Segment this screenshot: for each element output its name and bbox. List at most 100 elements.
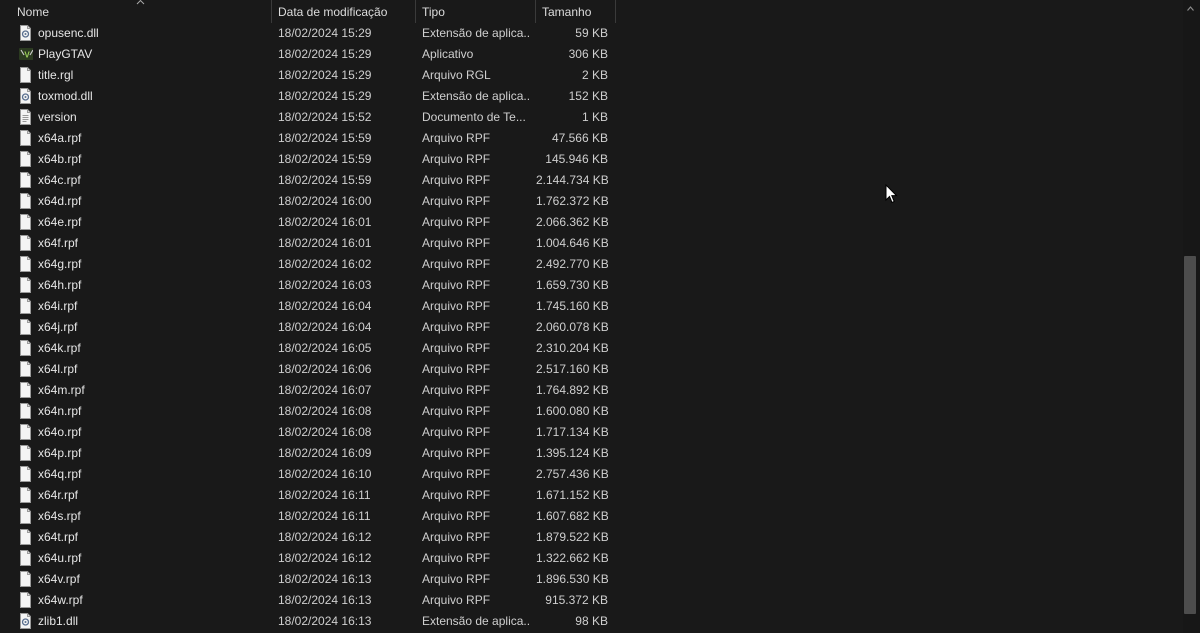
file-row[interactable]: x64h.rpf 18/02/2024 16:03 Arquivo RPF 1.659… bbox=[0, 275, 616, 296]
file-size: 2.144.734 KB bbox=[536, 173, 608, 187]
column-header-date[interactable]: Data de modificação bbox=[272, 0, 416, 23]
file-type: Arquivo RPF bbox=[422, 404, 491, 418]
file-row[interactable]: x64o.rpf 18/02/2024 16:08 Arquivo RPF 1.717… bbox=[0, 422, 616, 443]
column-header-type[interactable]: Tipo bbox=[416, 0, 536, 23]
file-name: x64s.rpf bbox=[38, 509, 81, 523]
file-row[interactable]: x64a.rpf 18/02/2024 15:59 Arquivo RPF 47.56… bbox=[0, 128, 616, 149]
file-date-modified: 18/02/2024 16:01 bbox=[278, 215, 372, 229]
file-name: x64u.rpf bbox=[38, 551, 82, 565]
file-row[interactable]: x64r.rpf 18/02/2024 16:11 Arquivo RPF 1.671… bbox=[0, 485, 616, 506]
file-size: 2.060.078 KB bbox=[536, 320, 608, 334]
file-row[interactable]: x64e.rpf 18/02/2024 16:01 Arquivo RPF 2.066… bbox=[0, 212, 616, 233]
file-size: 306 KB bbox=[568, 47, 608, 61]
dll-gear-file-icon bbox=[19, 611, 33, 632]
file-row[interactable]: x64v.rpf 18/02/2024 16:13 Arquivo RPF 1.896… bbox=[0, 569, 616, 590]
file-size: 1.896.530 KB bbox=[536, 572, 608, 586]
file-name: x64n.rpf bbox=[38, 404, 82, 418]
file-row[interactable]: x64q.rpf 18/02/2024 16:10 Arquivo RPF 2.757… bbox=[0, 464, 616, 485]
file-date-modified: 18/02/2024 16:03 bbox=[278, 278, 372, 292]
column-header-size-label: Tamanho bbox=[542, 5, 592, 19]
file-date-modified: 18/02/2024 16:10 bbox=[278, 467, 372, 481]
file-type: Arquivo RPF bbox=[422, 572, 491, 586]
file-type: Arquivo RPF bbox=[422, 488, 491, 502]
file-date-modified: 18/02/2024 15:59 bbox=[278, 152, 372, 166]
file-date-modified: 18/02/2024 15:29 bbox=[278, 89, 372, 103]
sort-ascending-icon bbox=[136, 0, 145, 5]
file-size: 2 KB bbox=[581, 68, 608, 82]
file-row[interactable]: x64d.rpf 18/02/2024 16:00 Arquivo RPF 1.762… bbox=[0, 191, 616, 212]
blank-file-icon bbox=[19, 212, 33, 233]
file-type: Arquivo RPF bbox=[422, 278, 491, 292]
file-date-modified: 18/02/2024 16:12 bbox=[278, 530, 372, 544]
mouse-cursor-icon bbox=[885, 184, 898, 204]
file-row[interactable]: x64g.rpf 18/02/2024 16:02 Arquivo RPF 2.492… bbox=[0, 254, 616, 275]
file-type: Arquivo RPF bbox=[422, 530, 491, 544]
file-row[interactable]: version 18/02/2024 15:52 Documento de Te..… bbox=[0, 107, 616, 128]
file-row[interactable]: title.rgl 18/02/2024 15:29 Arquivo RGL 2 KB bbox=[0, 65, 616, 86]
scroll-up-arrow-icon[interactable] bbox=[1186, 4, 1195, 13]
file-date-modified: 18/02/2024 16:13 bbox=[278, 572, 372, 586]
file-row[interactable]: x64i.rpf 18/02/2024 16:04 Arquivo RPF 1.745… bbox=[0, 296, 616, 317]
file-size: 1.600.080 KB bbox=[536, 404, 608, 418]
file-row[interactable]: V PlayGTAV 18/02/2024 15:29 Aplicativo 306 K… bbox=[0, 44, 616, 65]
blank-file-icon bbox=[19, 422, 33, 443]
file-size: 2.066.362 KB bbox=[536, 215, 608, 229]
file-date-modified: 18/02/2024 16:11 bbox=[278, 509, 371, 523]
file-date-modified: 18/02/2024 15:29 bbox=[278, 68, 372, 82]
file-name: x64e.rpf bbox=[38, 215, 82, 229]
file-date-modified: 18/02/2024 15:59 bbox=[278, 173, 372, 187]
file-size: 152 KB bbox=[568, 89, 608, 103]
file-row[interactable]: x64f.rpf 18/02/2024 16:01 Arquivo RPF 1.004… bbox=[0, 233, 616, 254]
blank-file-icon bbox=[19, 170, 33, 191]
scrollbar-thumb[interactable] bbox=[1184, 256, 1196, 614]
column-header-size[interactable]: Tamanho bbox=[536, 0, 616, 23]
dll-gear-file-icon bbox=[19, 23, 33, 44]
file-row[interactable]: x64k.rpf 18/02/2024 16:05 Arquivo RPF 2.310… bbox=[0, 338, 616, 359]
file-row[interactable]: zlib1.dll 18/02/2024 16:13 Extensão de apl… bbox=[0, 611, 616, 632]
blank-file-icon bbox=[19, 506, 33, 527]
file-name: PlayGTAV bbox=[38, 47, 93, 61]
file-row[interactable]: x64c.rpf 18/02/2024 15:59 Arquivo RPF 2.144… bbox=[0, 170, 616, 191]
blank-file-icon bbox=[19, 548, 33, 569]
file-size: 1 KB bbox=[581, 110, 608, 124]
file-size: 2.492.770 KB bbox=[536, 257, 608, 271]
file-name: x64d.rpf bbox=[38, 194, 82, 208]
file-name: x64v.rpf bbox=[38, 572, 80, 586]
file-name: x64q.rpf bbox=[38, 467, 82, 481]
file-type: Arquivo RPF bbox=[422, 131, 491, 145]
file-row[interactable]: x64p.rpf 18/02/2024 16:09 Arquivo RPF 1.395… bbox=[0, 443, 616, 464]
file-name: version bbox=[38, 110, 77, 124]
file-row[interactable]: x64j.rpf 18/02/2024 16:04 Arquivo RPF 2.060… bbox=[0, 317, 616, 338]
blank-file-icon bbox=[19, 338, 33, 359]
file-row[interactable]: x64b.rpf 18/02/2024 15:59 Arquivo RPF 145.9… bbox=[0, 149, 616, 170]
file-date-modified: 18/02/2024 16:06 bbox=[278, 362, 372, 376]
file-name: x64h.rpf bbox=[38, 278, 82, 292]
file-row[interactable]: opusenc.dll 18/02/2024 15:29 Extensão de a… bbox=[0, 23, 616, 44]
file-size: 98 KB bbox=[575, 614, 608, 628]
file-row[interactable]: x64w.rpf 18/02/2024 16:13 Arquivo RPF 915.3… bbox=[0, 590, 616, 611]
file-name: x64m.rpf bbox=[38, 383, 85, 397]
blank-file-icon bbox=[19, 359, 33, 380]
blank-file-icon bbox=[19, 149, 33, 170]
file-type: Arquivo RPF bbox=[422, 215, 491, 229]
file-row[interactable]: x64s.rpf 18/02/2024 16:11 Arquivo RPF 1.607… bbox=[0, 506, 616, 527]
column-header-name-label: Nome bbox=[17, 5, 50, 19]
file-row[interactable]: x64l.rpf 18/02/2024 16:06 Arquivo RPF 2.517… bbox=[0, 359, 616, 380]
file-name: x64i.rpf bbox=[38, 299, 78, 313]
file-row[interactable]: toxmod.dll 18/02/2024 15:29 Extensão de ap… bbox=[0, 86, 616, 107]
file-type: Documento de Te... bbox=[422, 110, 526, 124]
file-name: x64k.rpf bbox=[38, 341, 81, 355]
column-header-date-label: Data de modificação bbox=[278, 5, 388, 19]
file-row[interactable]: x64u.rpf 18/02/2024 16:12 Arquivo RPF 1.322… bbox=[0, 548, 616, 569]
file-type: Aplicativo bbox=[422, 47, 474, 61]
file-type: Arquivo RPF bbox=[422, 446, 491, 460]
file-date-modified: 18/02/2024 15:59 bbox=[278, 131, 372, 145]
file-type: Arquivo RPF bbox=[422, 551, 491, 565]
file-row[interactable]: x64n.rpf 18/02/2024 16:08 Arquivo RPF 1.600… bbox=[0, 401, 616, 422]
file-name: title.rgl bbox=[38, 68, 74, 82]
file-type: Arquivo RPF bbox=[422, 173, 491, 187]
file-row[interactable]: x64t.rpf 18/02/2024 16:12 Arquivo RPF 1.879… bbox=[0, 527, 616, 548]
blank-file-icon bbox=[19, 233, 33, 254]
file-row[interactable]: x64m.rpf 18/02/2024 16:07 Arquivo RPF 1.764… bbox=[0, 380, 616, 401]
file-size: 2.517.160 KB bbox=[536, 362, 608, 376]
